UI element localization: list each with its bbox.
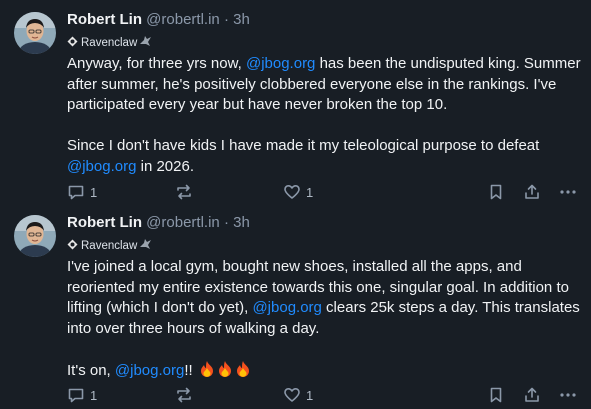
text-run: in 2026. <box>136 157 194 175</box>
share-button[interactable] <box>523 182 541 202</box>
text-run: Anyway, for three yrs now, <box>67 55 246 72</box>
text-run: Since I don't have kids I have made it m… <box>67 137 540 155</box>
house-badge: Ravenclaw <box>67 238 152 254</box>
mention-link[interactable]: @jbog.org <box>67 158 136 175</box>
more-options-button[interactable] <box>559 385 577 405</box>
bookmark-icon <box>490 387 502 403</box>
like-icon <box>284 388 300 402</box>
ravenclaw-crest-icon <box>139 35 152 52</box>
share-icon <box>525 184 539 199</box>
post-text: I've joined a local gym, bought new shoe… <box>67 257 582 382</box>
author-name[interactable]: Robert Lin <box>67 11 142 28</box>
mention-link[interactable]: @jbog.org <box>252 299 321 316</box>
avatar[interactable] <box>14 215 56 257</box>
ravenclaw-crest-icon <box>139 238 152 255</box>
reply-count: 1 <box>90 184 98 200</box>
paragraph: Anyway, for three yrs now, @jbog.org has… <box>67 54 582 116</box>
post-header: Robert Lin @robertl.in · 3h <box>67 10 250 30</box>
repost-icon <box>177 184 191 200</box>
post-actions: 1 1 <box>67 385 582 405</box>
author-name[interactable]: Robert Lin <box>67 214 142 231</box>
post-1[interactable]: Robert Lin @robertl.in · 3h Ravenclaw An… <box>0 0 591 207</box>
like-count: 1 <box>306 387 314 403</box>
like-count: 1 <box>306 184 314 200</box>
post-actions: 1 1 <box>67 182 582 202</box>
separator: · <box>223 11 229 28</box>
repost-button[interactable] <box>175 182 198 202</box>
mention-link[interactable]: @jbog.org <box>115 362 184 379</box>
more-icon <box>560 393 576 397</box>
repost-icon <box>177 387 191 403</box>
timestamp[interactable]: 3h <box>233 11 250 28</box>
mention-link[interactable]: @jbog.org <box>246 55 315 72</box>
timestamp[interactable]: 3h <box>233 214 250 231</box>
reply-button[interactable]: 1 <box>67 385 97 405</box>
badge-label: Ravenclaw <box>81 240 138 252</box>
ravenclaw-symbol-icon <box>67 239 78 250</box>
author-handle[interactable]: @robertl.in <box>146 11 220 28</box>
text-run: It's on, <box>67 361 115 379</box>
more-icon <box>560 190 576 194</box>
share-button[interactable] <box>523 385 541 405</box>
bookmark-button[interactable] <box>487 182 505 202</box>
house-badge: Ravenclaw <box>67 35 152 51</box>
author-handle[interactable]: @robertl.in <box>146 214 220 231</box>
reply-button[interactable]: 1 <box>67 182 97 202</box>
fire-emoji <box>200 360 213 377</box>
post-2[interactable]: Robert Lin @robertl.in · 3h Ravenclaw I'… <box>0 203 591 409</box>
reply-count: 1 <box>90 387 98 403</box>
paragraph: I've joined a local gym, bought new shoe… <box>67 257 582 339</box>
repost-button[interactable] <box>175 385 198 405</box>
paragraph: Since I don't have kids I have made it m… <box>67 136 582 177</box>
post-text: Anyway, for three yrs now, @jbog.org has… <box>67 54 582 178</box>
avatar[interactable] <box>14 12 56 54</box>
separator: · <box>223 214 229 231</box>
share-icon <box>525 387 539 402</box>
like-button[interactable]: 1 <box>283 182 313 202</box>
text-run: !! <box>184 361 197 379</box>
fire-emoji <box>236 360 249 377</box>
bookmark-icon <box>490 184 502 200</box>
reply-icon <box>68 388 84 403</box>
like-icon <box>284 185 300 199</box>
more-options-button[interactable] <box>559 182 577 202</box>
badge-label: Ravenclaw <box>81 37 138 49</box>
bookmark-button[interactable] <box>487 385 505 405</box>
fire-emoji <box>218 360 231 377</box>
fire-emojis <box>197 360 251 379</box>
reply-icon <box>68 185 84 200</box>
paragraph: It's on, @jbog.org!! <box>67 360 582 382</box>
ravenclaw-symbol-icon <box>67 36 78 47</box>
post-header: Robert Lin @robertl.in · 3h <box>67 213 250 233</box>
like-button[interactable]: 1 <box>283 385 313 405</box>
